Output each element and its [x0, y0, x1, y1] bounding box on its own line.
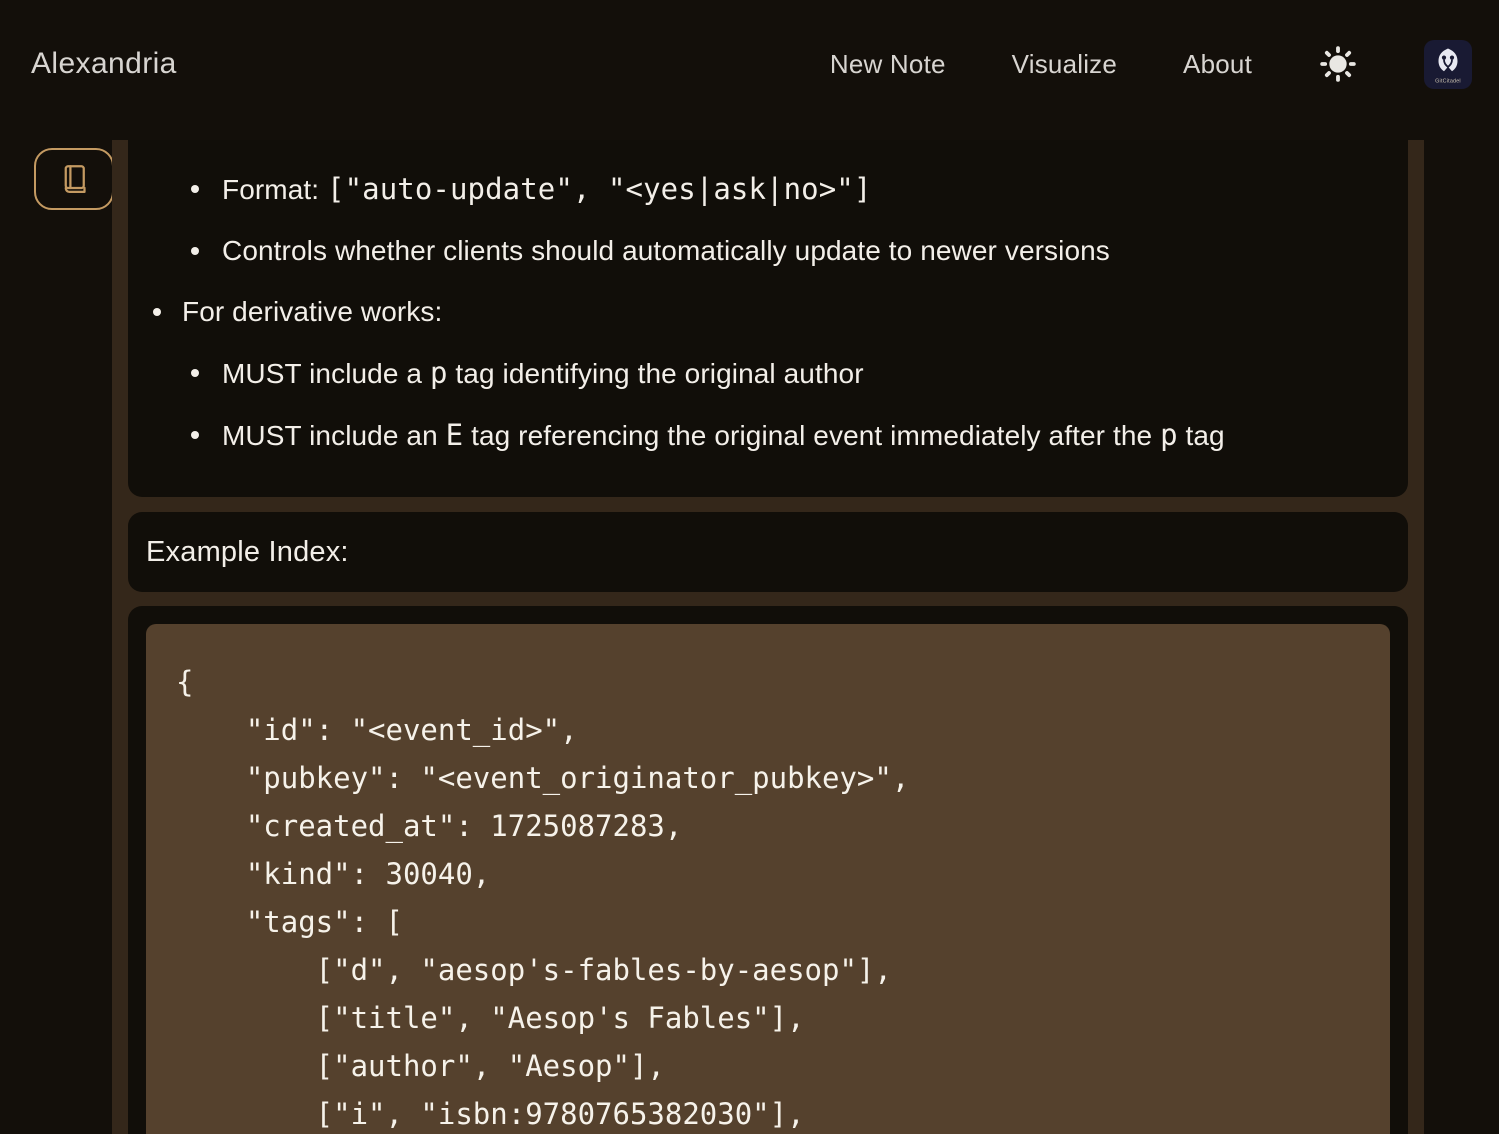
bullet-item: MUST include a p tag identifying the ori… [128, 356, 1378, 391]
bullet-item: Controls whether clients should automati… [128, 234, 1378, 268]
bullet-text: Controls whether clients should automati… [222, 235, 1110, 266]
example-code-card: { "id": "<event_id>", "pubkey": "<event_… [128, 606, 1408, 1134]
main-nav: New Note Visualize About [830, 40, 1472, 89]
toc-toggle-button[interactable] [34, 148, 114, 210]
theme-toggle-button[interactable] [1318, 44, 1358, 84]
requirements-list: Format: ["auto-update", "<yes|ask|no>"] C… [128, 172, 1378, 453]
nav-item-new-note[interactable]: New Note [830, 49, 946, 80]
content-column: Format: ["auto-update", "<yes|ask|no>"] C… [112, 140, 1424, 1134]
bullet-item: Format: ["auto-update", "<yes|ask|no>"] [128, 172, 1378, 207]
inline-code: ["auto-update", "<yes|ask|no>"] [327, 172, 871, 206]
sun-icon [1318, 44, 1358, 84]
top-navbar: Alexandria New Note Visualize About [0, 0, 1499, 128]
bullet-text: tag [1178, 420, 1225, 451]
example-index-card: Example Index: [128, 512, 1408, 592]
bullet-item: For derivative works: [128, 295, 1378, 329]
json-code-block: { "id": "<event_id>", "pubkey": "<event_… [146, 624, 1390, 1134]
bullet-text: Format: [222, 174, 327, 205]
gitcitadel-logo-label: GitCitadel [1435, 78, 1461, 84]
requirements-card: Format: ["auto-update", "<yes|ask|no>"] C… [128, 140, 1408, 497]
inline-code: p [430, 356, 448, 390]
bullet-item: MUST include an E tag referencing the or… [128, 418, 1378, 453]
book-icon [56, 161, 92, 197]
bullet-text: tag referencing the original event immed… [463, 420, 1160, 451]
bullet-text: MUST include an [222, 420, 446, 451]
bullet-text: MUST include a [222, 358, 430, 389]
app-title[interactable]: Alexandria [31, 47, 177, 81]
gitcitadel-logo[interactable]: GitCitadel [1424, 40, 1472, 89]
example-index-label: Example Index: [146, 536, 349, 569]
nav-item-about[interactable]: About [1183, 49, 1252, 80]
bullet-text: tag identifying the original author [448, 358, 864, 389]
gitcitadel-logo-icon: GitCitadel [1424, 40, 1472, 89]
bullet-text: For derivative works: [182, 296, 442, 327]
nav-item-visualize[interactable]: Visualize [1012, 49, 1117, 80]
inline-code: p [1160, 418, 1178, 452]
inline-code: E [446, 418, 464, 452]
